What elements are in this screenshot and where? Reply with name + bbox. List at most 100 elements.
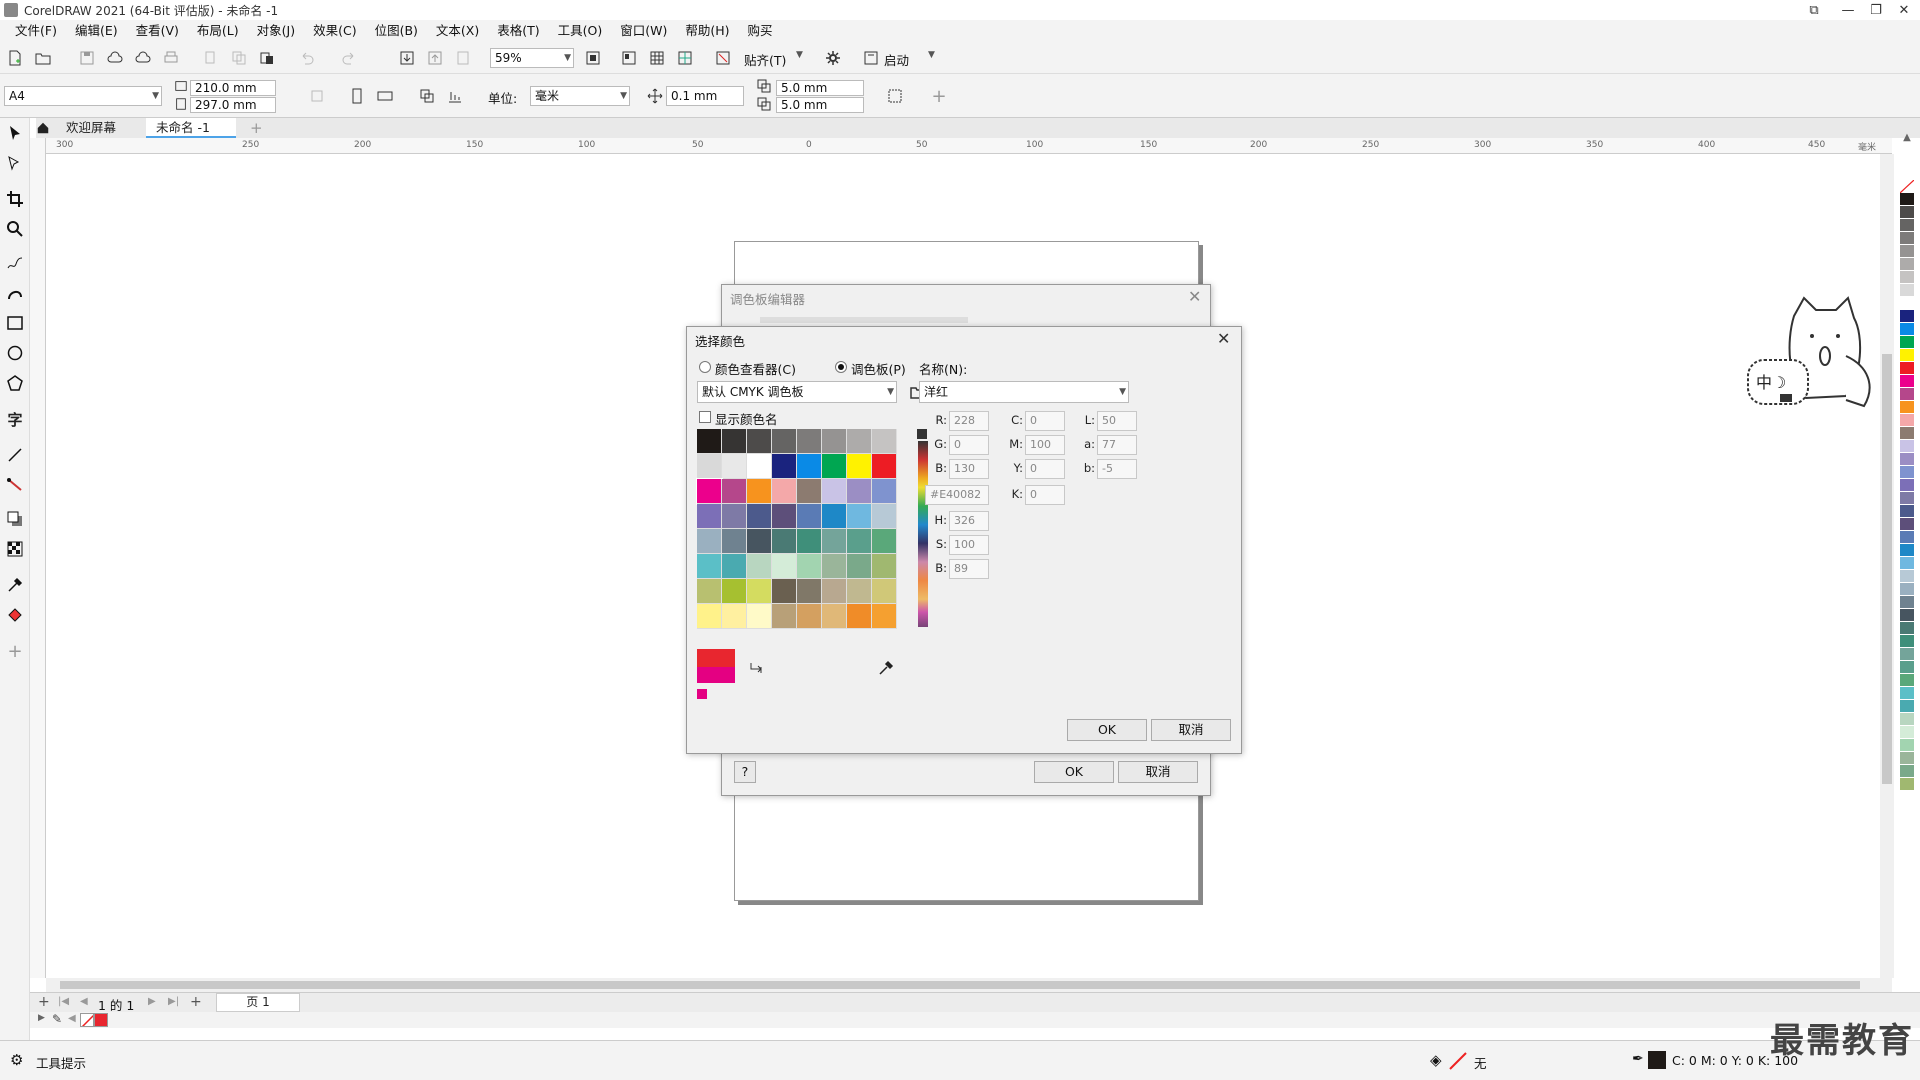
- palette-swatch[interactable]: [1900, 427, 1914, 440]
- palette-swatch[interactable]: [1900, 284, 1914, 297]
- show-color-names-label[interactable]: 显示颜色名: [715, 409, 778, 428]
- palette-left-arrow-icon[interactable]: ◀: [68, 1013, 76, 1024]
- color-swatch[interactable]: [847, 529, 872, 554]
- zoom-fit-icon[interactable]: [582, 47, 604, 69]
- palette-swatch[interactable]: [1900, 661, 1914, 674]
- palette-swatch[interactable]: [1900, 297, 1914, 310]
- next-page-icon[interactable]: ▶: [148, 996, 156, 1007]
- maximize-button[interactable]: ❐: [1862, 0, 1890, 20]
- color-swatch-grid[interactable]: [696, 429, 897, 629]
- no-fill-indicator-icon[interactable]: [1448, 1051, 1468, 1071]
- palette-swatch[interactable]: [1900, 726, 1914, 739]
- palette-swatch[interactable]: [1900, 518, 1914, 531]
- palette-swatch[interactable]: [1900, 323, 1914, 336]
- color-swatch[interactable]: [697, 604, 722, 629]
- color-swatch[interactable]: [797, 454, 822, 479]
- palette-swatch[interactable]: [1900, 466, 1914, 479]
- palette-swatch[interactable]: [1900, 349, 1914, 362]
- cloud-download-icon[interactable]: [132, 47, 154, 69]
- redo-icon[interactable]: [338, 47, 360, 69]
- menu-object[interactable]: 对象(J): [248, 20, 304, 42]
- k-value-field[interactable]: 0: [1025, 485, 1065, 505]
- color-swatch[interactable]: [822, 554, 847, 579]
- color-swatch[interactable]: [797, 529, 822, 554]
- crop-tool-icon[interactable]: [4, 188, 26, 210]
- horizontal-scroll-thumb[interactable]: [60, 981, 1860, 989]
- g-value-field[interactable]: 0: [949, 435, 989, 455]
- color-swatch[interactable]: [797, 479, 822, 504]
- color-viewer-label[interactable]: 颜色查看器(C): [715, 359, 796, 378]
- close-icon[interactable]: ✕: [1188, 287, 1201, 306]
- save-icon[interactable]: [76, 47, 98, 69]
- launch-label[interactable]: 启动: [884, 50, 909, 69]
- color-swatch[interactable]: [822, 579, 847, 604]
- color-swatch[interactable]: [747, 479, 772, 504]
- palette-swatch[interactable]: [1900, 765, 1914, 778]
- freehand-tool-icon[interactable]: [4, 252, 26, 274]
- color-swatch[interactable]: [772, 529, 797, 554]
- copy-icon[interactable]: [228, 47, 250, 69]
- print-icon[interactable]: [160, 47, 182, 69]
- color-swatch[interactable]: [697, 579, 722, 604]
- horizontal-ruler[interactable]: 300 250 200 150 100 50 0 50 100 150 200 …: [36, 138, 1892, 154]
- snap-to-label[interactable]: 贴齐(T): [744, 50, 786, 69]
- scroll-top-icon[interactable]: [917, 429, 927, 439]
- eyedropper-icon[interactable]: ✎: [52, 1012, 62, 1026]
- color-swatch[interactable]: [797, 504, 822, 529]
- palette-swatch[interactable]: [1900, 401, 1914, 414]
- cloud-upload-icon[interactable]: [104, 47, 126, 69]
- chevron-down-icon[interactable]: ▼: [796, 50, 803, 60]
- document-color-swatch[interactable]: [94, 1013, 108, 1027]
- unit-select[interactable]: 毫米 ▼: [530, 86, 630, 106]
- palette-editor-select[interactable]: [760, 317, 968, 323]
- color-swatch[interactable]: [722, 604, 747, 629]
- palette-swatch[interactable]: [1900, 635, 1914, 648]
- palette-swatch[interactable]: [1900, 648, 1914, 661]
- color-swatch[interactable]: [797, 604, 822, 629]
- duplicate-distance-x-field[interactable]: 5.0 mm: [776, 80, 864, 96]
- color-swatch[interactable]: [872, 479, 897, 504]
- parallel-dimension-tool-icon[interactable]: [4, 444, 26, 466]
- color-swatch[interactable]: [747, 504, 772, 529]
- palette-swatch[interactable]: [1900, 180, 1914, 193]
- c-value-field[interactable]: 0: [1025, 411, 1065, 431]
- previous-page-icon[interactable]: ◀: [80, 996, 88, 1007]
- color-swatch[interactable]: [722, 579, 747, 604]
- color-swatch[interactable]: [822, 604, 847, 629]
- color-swatch[interactable]: [722, 454, 747, 479]
- menu-buy[interactable]: 购买: [739, 20, 782, 42]
- publish-pdf-icon[interactable]: [452, 47, 474, 69]
- palette-swatch[interactable]: [1900, 479, 1914, 492]
- s-value-field[interactable]: 100: [949, 535, 989, 555]
- palette-swatch[interactable]: [1900, 700, 1914, 713]
- color-swatch[interactable]: [822, 429, 847, 454]
- color-swatch[interactable]: [772, 604, 797, 629]
- help-button[interactable]: ?: [734, 761, 756, 783]
- export-icon[interactable]: [424, 47, 446, 69]
- palette-swatch[interactable]: [1900, 739, 1914, 752]
- palette-swatch[interactable]: [1900, 596, 1914, 609]
- color-swatch[interactable]: [797, 579, 822, 604]
- r-value-field[interactable]: 228: [949, 411, 989, 431]
- no-color-swatch[interactable]: [80, 1013, 94, 1027]
- ok-button[interactable]: OK: [1067, 719, 1147, 741]
- show-color-names-checkbox[interactable]: [699, 411, 711, 423]
- color-swatch[interactable]: [797, 429, 822, 454]
- vertical-ruler[interactable]: [30, 138, 46, 978]
- palette-select[interactable]: 默认 CMYK 调色板 ▼: [697, 381, 897, 403]
- menu-edit[interactable]: 编辑(E): [66, 20, 127, 42]
- drop-shadow-tool-icon[interactable]: [4, 508, 26, 530]
- palette-swatch[interactable]: [1900, 713, 1914, 726]
- menu-layout[interactable]: 布局(L): [188, 20, 248, 42]
- color-swatch[interactable]: [722, 479, 747, 504]
- color-swatch[interactable]: [872, 454, 897, 479]
- restore-layout-icon[interactable]: ⧉: [1800, 0, 1828, 20]
- palette-swatch[interactable]: [1900, 206, 1914, 219]
- color-viewer-radio[interactable]: [699, 361, 711, 373]
- home-icon[interactable]: [36, 118, 54, 138]
- y-value-field[interactable]: 0: [1025, 459, 1065, 479]
- palette-editor-ok-button[interactable]: OK: [1034, 761, 1114, 783]
- vertical-scrollbar[interactable]: [1880, 154, 1894, 978]
- lab-a-value-field[interactable]: 77: [1097, 435, 1137, 455]
- menu-tools[interactable]: 工具(O): [549, 20, 612, 42]
